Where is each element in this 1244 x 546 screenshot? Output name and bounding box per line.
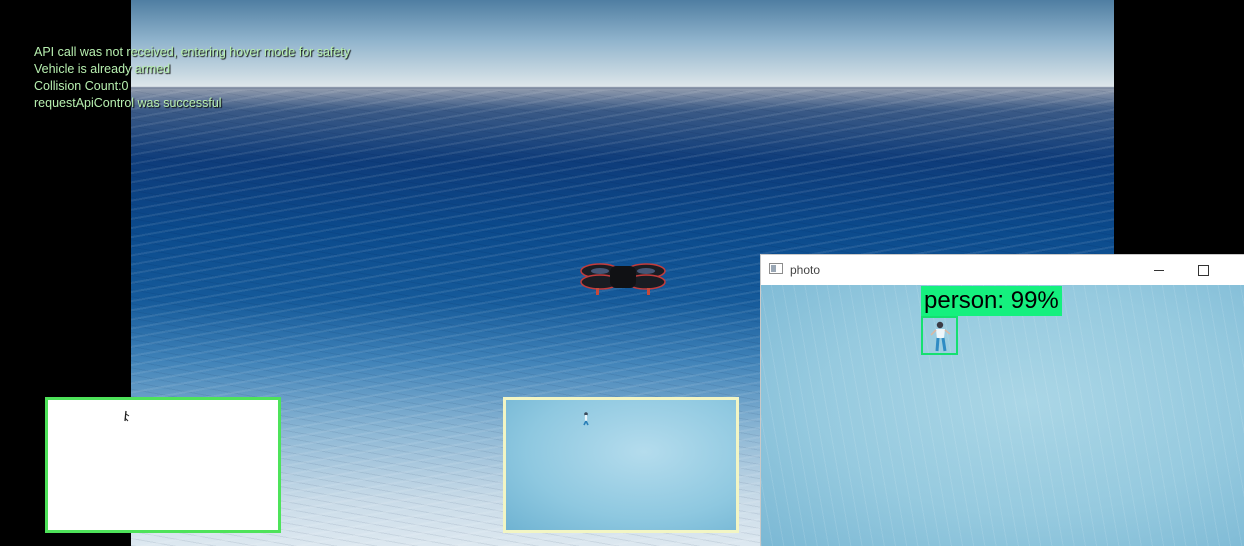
detection-label: person: 99%: [921, 286, 1062, 316]
camera-subwindow-bottom: [503, 397, 739, 533]
photo-window[interactable]: photo person: 99%: [761, 255, 1244, 546]
maximize-button[interactable]: [1188, 257, 1218, 283]
hud-message-4: requestApiControl was successful: [34, 96, 222, 110]
person-icon: [583, 412, 589, 426]
minimize-button[interactable]: [1144, 257, 1174, 283]
hud-messages: API call was not received, entering hove…: [34, 44, 350, 112]
camera-subwindow-left: [45, 397, 281, 533]
window-title: photo: [790, 263, 821, 277]
detection-bounding-box: [921, 316, 958, 355]
drone-icon: [580, 263, 666, 295]
hud-message-1: API call was not received, entering hove…: [34, 45, 351, 59]
hud-message-3: Collision Count:0: [34, 79, 129, 93]
image-window-icon: [769, 263, 783, 274]
person-icon: [124, 410, 130, 422]
photo-window-titlebar[interactable]: photo: [761, 255, 1244, 285]
water-texture: [761, 285, 1244, 546]
hud-message-2: Vehicle is already armed: [34, 62, 171, 76]
person-icon: [930, 321, 951, 352]
detection-image: person: 99%: [761, 285, 1244, 546]
